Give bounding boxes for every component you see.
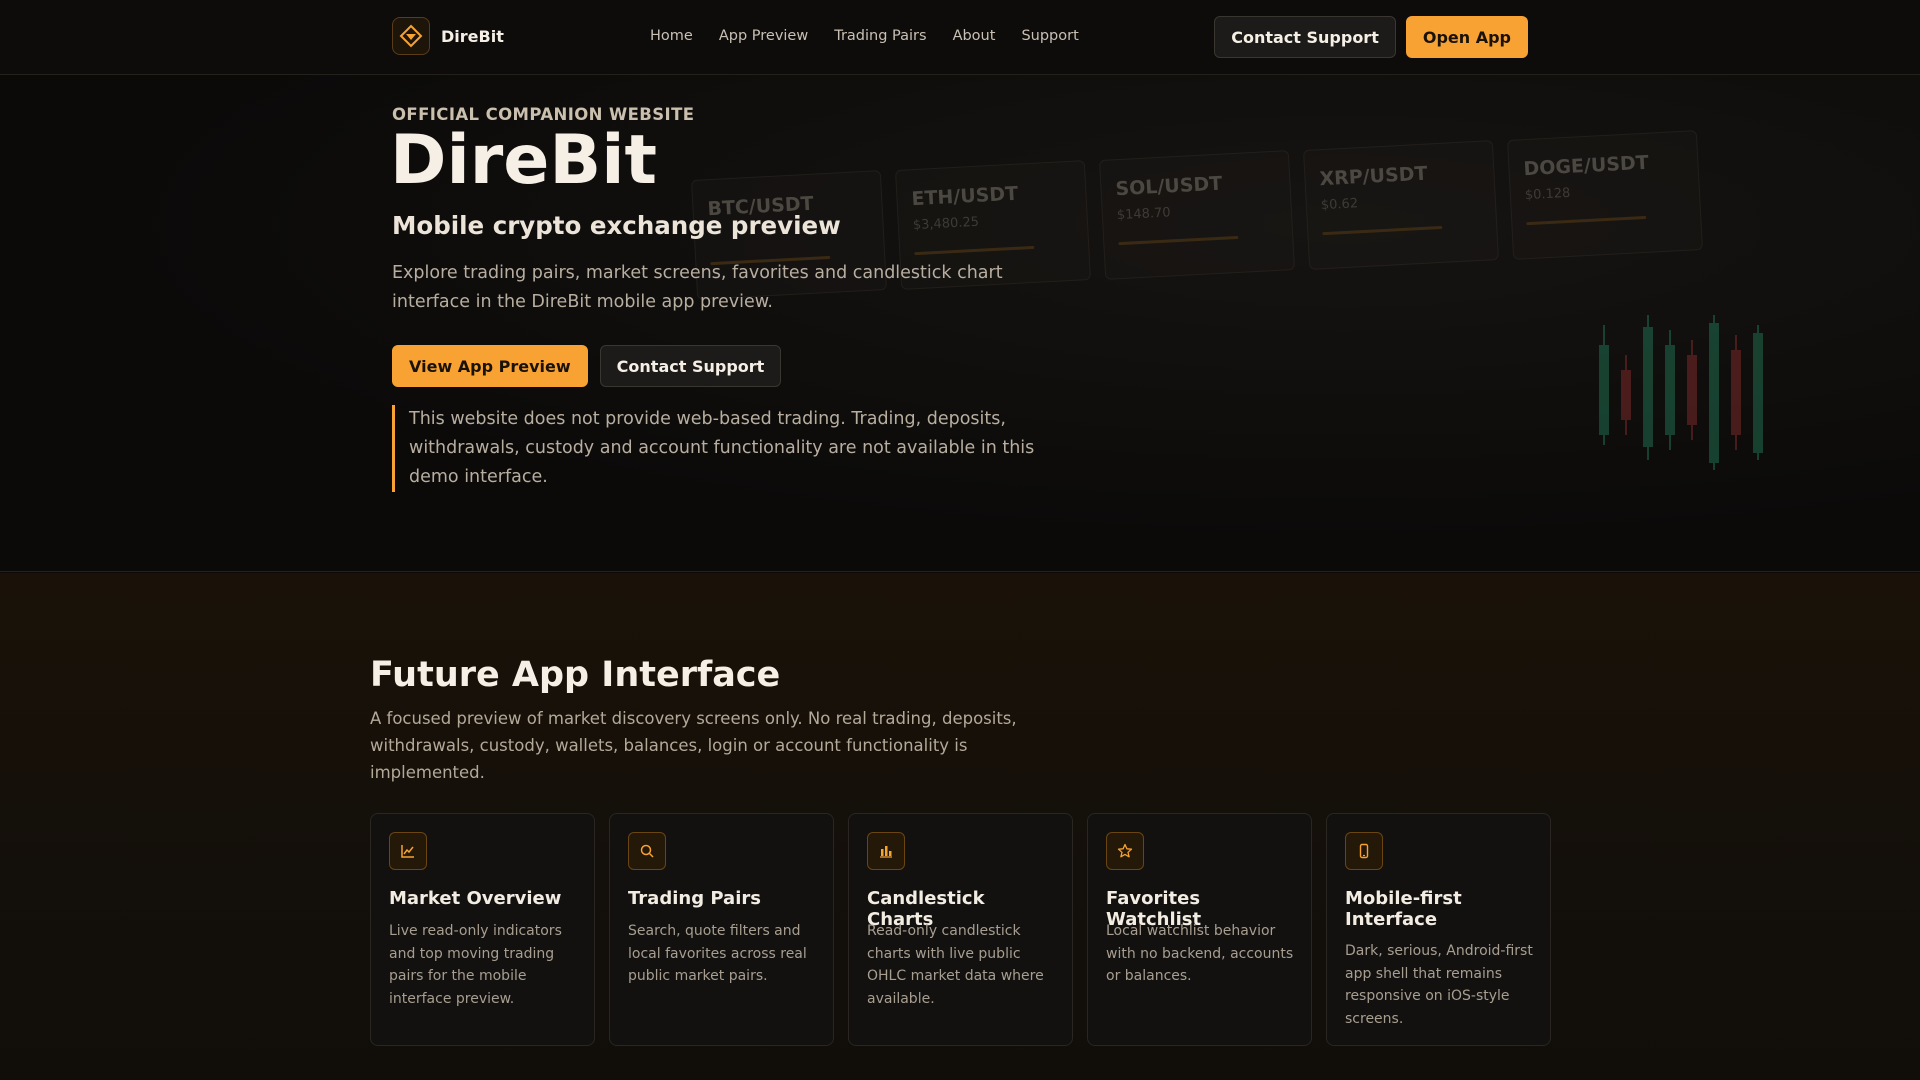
pair-name: ETH/USDT — [910, 182, 1019, 211]
nav-contact-support-button[interactable]: Contact Support — [1214, 16, 1396, 58]
nav-link-app-preview[interactable]: App Preview — [719, 28, 808, 44]
nav-links: Home App Preview Trading Pairs About Sup… — [650, 28, 1105, 44]
features-description: A focused preview of market discovery sc… — [370, 709, 1017, 782]
pair-card: SOL/USDT $148.70 — [1098, 150, 1296, 280]
pair-price: $3,480.25 — [912, 214, 980, 234]
candle-body — [1709, 323, 1719, 463]
pair-sparkline — [914, 245, 1035, 256]
feature-card-text: Local watchlist behavior with no backend… — [1106, 923, 1294, 984]
pair-name: DOGE/USDT — [1522, 151, 1650, 181]
feature-card-trading-pairs: Trading Pairs Search, quote filters and … — [609, 813, 834, 1046]
pair-card: DOGE/USDT $0.128 — [1506, 130, 1704, 260]
open-app-button[interactable]: Open App — [1405, 16, 1528, 58]
trading-disclaimer: This website does not provide web-based … — [392, 405, 1042, 492]
nav-link-support[interactable]: Support — [1021, 28, 1078, 44]
feature-card-title: Mobile-first Interface — [1345, 888, 1462, 930]
candle-body — [1753, 333, 1763, 453]
pair-sparkline — [1526, 215, 1647, 226]
ticker-background: BTC/USDT ETH/USDT $3,480.25 SOL/USDT $14… — [0, 75, 1920, 571]
candle-body — [1621, 370, 1631, 420]
nav-link-trading-pairs[interactable]: Trading Pairs — [834, 28, 926, 44]
pair-price: $0.128 — [1524, 185, 1571, 204]
features-section: Future App Interface A focused preview o… — [0, 573, 1920, 1080]
candle-body — [1599, 345, 1609, 435]
hero-description: Explore trading pairs, market screens, f… — [392, 263, 1003, 312]
candle-body — [1687, 355, 1697, 425]
pair-name: XRP/USDT — [1318, 162, 1428, 191]
direbit-logo-icon — [392, 17, 430, 55]
feature-cards: Market Overview Live read-only indicator… — [370, 813, 1565, 1046]
pair-price: $0.62 — [1320, 196, 1359, 214]
candle-body — [1643, 327, 1653, 447]
view-app-preview-button[interactable]: View App Preview — [392, 345, 588, 387]
smartphone-icon — [1345, 832, 1383, 870]
bar-chart-icon — [867, 832, 905, 870]
pair-card: XRP/USDT $0.62 — [1302, 140, 1500, 270]
feature-card-title: Trading Pairs — [628, 888, 761, 909]
top-navbar: DireBit Home App Preview Trading Pairs A… — [0, 0, 1920, 75]
nav-link-about[interactable]: About — [953, 28, 996, 44]
pair-price: $148.70 — [1116, 205, 1172, 224]
brand[interactable]: DireBit — [392, 17, 504, 55]
nav-link-home[interactable]: Home — [650, 28, 693, 44]
feature-card-title: Market Overview — [389, 888, 562, 909]
pair-sparkline — [1118, 235, 1239, 246]
feature-card-text: Read-only candlestick charts with live p… — [867, 923, 1044, 1007]
feature-card-favorites-watchlist: Favorites Watchlist Local watchlist beha… — [1087, 813, 1312, 1046]
feature-card-text: Live read-only indicators and top moving… — [389, 923, 562, 1007]
features-title: Future App Interface — [370, 655, 781, 695]
search-icon — [628, 832, 666, 870]
hero-section: BTC/USDT ETH/USDT $3,480.25 SOL/USDT $14… — [0, 75, 1920, 572]
hero-title: DireBit — [390, 121, 658, 200]
pair-sparkline — [1322, 225, 1443, 236]
feature-card-mobile-first: Mobile-first Interface Dark, serious, An… — [1326, 813, 1551, 1046]
hero-cta-group: View App Preview Contact Support — [392, 345, 782, 387]
feature-card-market-overview: Market Overview Live read-only indicator… — [370, 813, 595, 1046]
hero-subtitle: Mobile crypto exchange preview — [392, 211, 841, 240]
feature-card-candlestick-charts: Candlestick Charts Read-only candlestick… — [848, 813, 1073, 1046]
feature-card-text: Dark, serious, Android-first app shell t… — [1345, 943, 1533, 1027]
candle-body — [1731, 350, 1741, 435]
feature-card-text: Search, quote filters and local favorite… — [628, 923, 807, 984]
star-icon — [1106, 832, 1144, 870]
line-chart-icon — [389, 832, 427, 870]
pair-name: SOL/USDT — [1114, 172, 1223, 201]
hero-contact-support-button[interactable]: Contact Support — [599, 345, 782, 387]
candle-body — [1665, 345, 1675, 435]
nav-actions: Contact Support Open App — [1214, 16, 1528, 58]
brand-name: DireBit — [441, 26, 504, 46]
decorative-candlesticks — [1599, 315, 1763, 470]
